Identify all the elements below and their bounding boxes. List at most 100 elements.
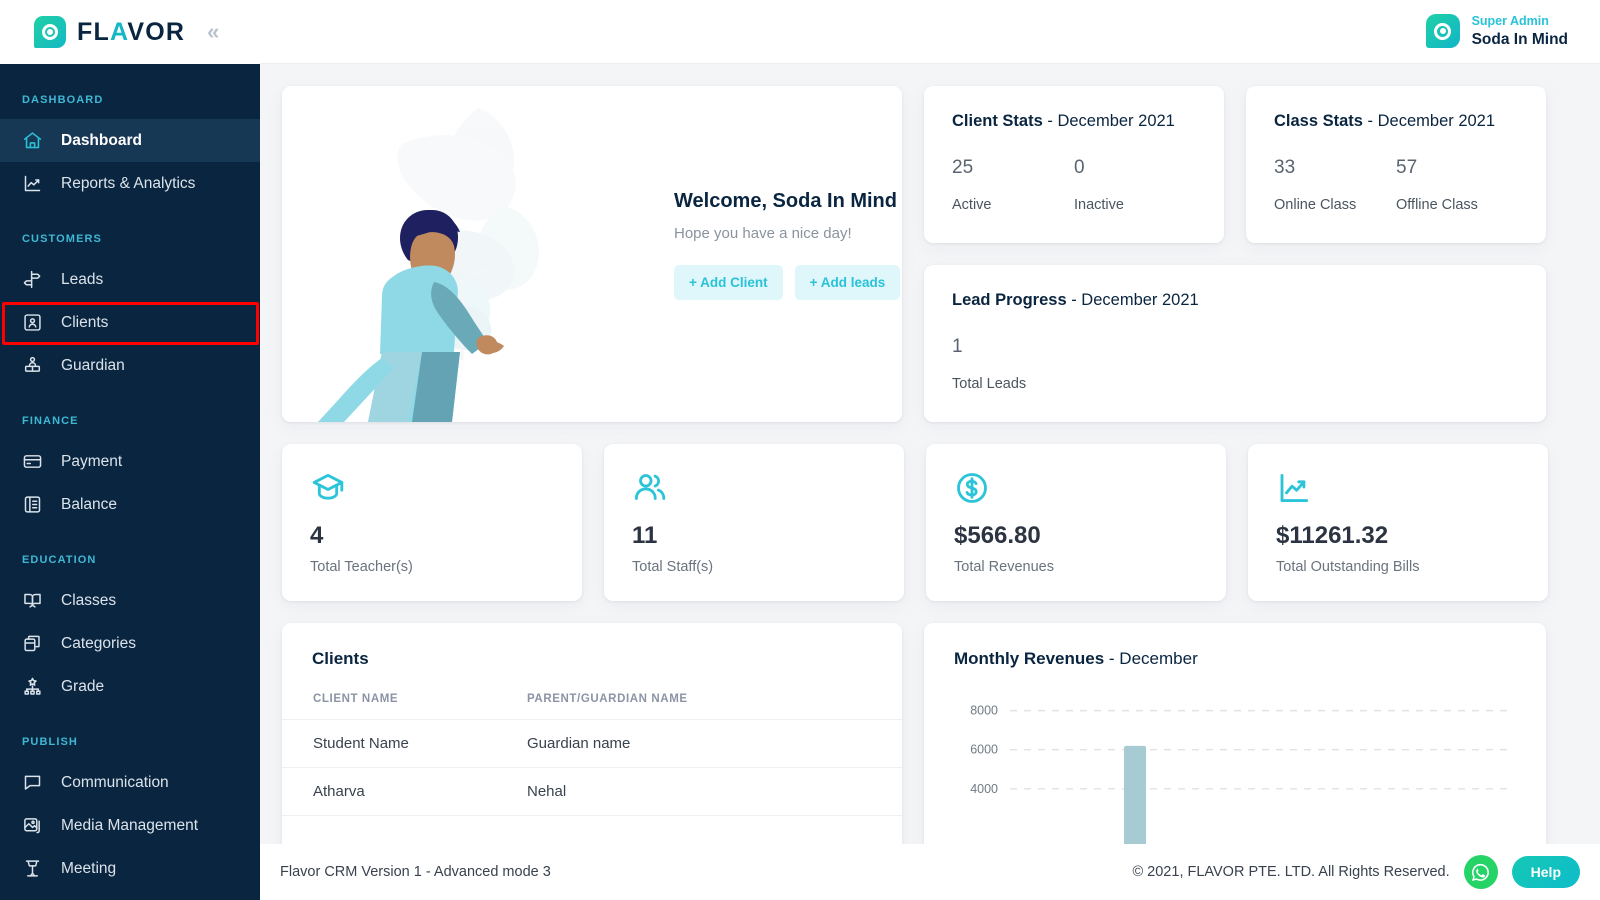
kpi-value: 11 <box>632 522 658 549</box>
sidebar-item-balance[interactable]: Balance <box>0 483 260 526</box>
sidebar-item-media-management[interactable]: Media Management <box>0 804 260 847</box>
metric-active: 25 Active <box>952 157 1074 213</box>
kpi-total-revenues: $566.80 Total Revenues <box>926 444 1226 601</box>
welcome-title: Welcome, Soda In Mind <box>674 190 897 212</box>
sidebar-item-categories[interactable]: Categories <box>0 622 260 665</box>
class-stats-title-period: - December 2021 <box>1362 112 1496 130</box>
brand-header: FLAVOR « <box>0 0 260 64</box>
home-icon <box>22 130 43 151</box>
sidebar-item-label: Clients <box>61 313 109 331</box>
sidebar-item-label: Media Management <box>61 816 198 834</box>
sidebar-item-communication[interactable]: Communication <box>0 761 260 804</box>
sidebar-item-reports-analytics[interactable]: Reports & Analytics <box>0 162 260 205</box>
kpi-value: 4 <box>310 522 324 549</box>
whatsapp-icon[interactable] <box>1463 855 1498 889</box>
sidebar-item-payment[interactable]: Payment <box>0 440 260 483</box>
users-icon <box>632 470 876 508</box>
sidebar-item-grade[interactable]: Grade <box>0 665 260 708</box>
table-row[interactable]: Atharva Nehal <box>282 767 902 816</box>
signpost-icon <box>22 269 43 290</box>
welcome-illustration <box>318 108 540 422</box>
kpi-label: Total Outstanding Bills <box>1276 559 1420 575</box>
lead-progress-title-period: - December 2021 <box>1066 291 1199 309</box>
table-row[interactable]: Student Name Guardian name <box>282 719 902 768</box>
monthly-revenues-title-bold: Monthly Revenues <box>954 649 1105 668</box>
class-stats-metrics: 33 Online Class 57 Offline Class <box>1274 157 1518 213</box>
dashboard-page: FLAVOR « DASHBOARD Dashboard Reports & A… <box>0 0 1600 900</box>
id-card-icon <box>22 312 43 333</box>
column-header-guardian-name[interactable]: PARENT/GUARDIAN NAME <box>527 693 902 720</box>
sidebar-item-label: Balance <box>61 495 118 513</box>
book-open-icon <box>22 590 43 611</box>
welcome-actions: + Add Client + Add leads <box>674 265 902 300</box>
class-stats-title: Class Stats - December 2021 <box>1274 112 1518 131</box>
lead-progress-title-bold: Lead Progress <box>952 291 1067 309</box>
metric-label: Online Class <box>1274 197 1357 213</box>
client-stats-title-bold: Client Stats <box>952 112 1043 130</box>
sidebar-item-meeting[interactable]: Meeting <box>0 847 260 890</box>
metric-value: 57 <box>1396 157 1418 178</box>
lead-progress-title: Lead Progress - December 2021 <box>952 291 1518 310</box>
sidebar-section-finance: FINANCE <box>22 415 79 427</box>
brand-name: FLAVOR <box>77 17 186 46</box>
clients-table: CLIENT NAME PARENT/GUARDIAN NAME Student… <box>282 693 902 816</box>
cell-client-name: Atharva <box>282 767 527 816</box>
chart-line-icon <box>22 173 43 194</box>
kpi-total-staff: 11 Total Staff(s) <box>604 444 904 601</box>
monthly-revenues-title: Monthly Revenues - December <box>954 649 1516 669</box>
monthly-revenues-card: Monthly Revenues - December 8000 6000 4000 <box>924 623 1546 873</box>
top-row: Welcome, Soda In Mind Hope you have a ni… <box>282 86 1576 422</box>
metric-label: Total Leads <box>952 376 1027 392</box>
footer-right: © 2021, FLAVOR PTE. LTD. All Rights Rese… <box>1132 855 1580 889</box>
kpi-value: $566.80 <box>954 522 1041 549</box>
metric-label: Inactive <box>1074 197 1124 213</box>
cell-guardian-name: Nehal <box>527 767 902 816</box>
kpi-row: 4 Total Teacher(s) 11 Total Staff(s) $56… <box>282 444 1576 601</box>
metric-label: Active <box>952 197 992 213</box>
chevrons-left-icon[interactable]: « <box>207 21 219 43</box>
footer-version: Flavor CRM Version 1 - Advanced mode 3 <box>280 864 551 880</box>
sidebar-item-leads[interactable]: Leads <box>0 258 260 301</box>
sidebar-item-guardian[interactable]: Guardian <box>0 344 260 387</box>
bottom-row: Clients CLIENT NAME PARENT/GUARDIAN NAME… <box>282 623 1576 873</box>
ledger-icon <box>22 494 43 515</box>
lead-progress-card: Lead Progress - December 2021 1 Total Le… <box>924 265 1546 422</box>
image-stack-icon <box>22 815 43 836</box>
y-axis-tick-label: 4000 <box>970 782 998 796</box>
lead-progress-metrics: 1 Total Leads <box>952 336 1518 392</box>
y-axis-tick-label: 6000 <box>970 743 998 757</box>
class-stats-title-bold: Class Stats <box>1274 112 1363 130</box>
chat-bubble-icon <box>22 772 43 793</box>
welcome-subtitle: Hope you have a nice day! <box>674 225 852 242</box>
client-stats-title-period: - December 2021 <box>1042 112 1175 130</box>
sidebar-section-dashboard: DASHBOARD <box>22 94 104 106</box>
footer: Flavor CRM Version 1 - Advanced mode 3 ©… <box>260 844 1600 900</box>
dollar-circle-icon <box>954 470 1198 508</box>
add-client-button[interactable]: + Add Client <box>674 265 783 300</box>
sidebar-item-label: Payment <box>61 452 123 470</box>
sidebar-item-clients[interactable]: Clients <box>0 301 260 344</box>
flavor-logo-icon <box>34 16 66 48</box>
user-profile-menu[interactable]: Super Admin Soda In Mind <box>1425 13 1568 49</box>
cell-client-name: Student Name <box>282 719 527 768</box>
metric-value: 0 <box>1074 157 1085 178</box>
table-header-row: CLIENT NAME PARENT/GUARDIAN NAME <box>282 693 902 720</box>
guardian-icon <box>22 355 43 376</box>
user-role: Super Admin <box>1471 14 1549 29</box>
sidebar-section-publish: PUBLISH <box>22 736 78 748</box>
sidebar-item-dashboard[interactable]: Dashboard <box>0 119 260 162</box>
sidebar-item-label: Communication <box>61 773 169 791</box>
chart-line-icon <box>1276 470 1520 508</box>
help-button[interactable]: Help <box>1511 856 1580 888</box>
hierarchy-star-icon <box>22 676 43 697</box>
add-leads-button[interactable]: + Add leads <box>794 265 901 300</box>
monthly-revenues-title-period: - December <box>1104 649 1198 668</box>
sidebar-item-classes[interactable]: Classes <box>0 579 260 622</box>
kpi-label: Total Teacher(s) <box>310 559 413 575</box>
column-header-client-name[interactable]: CLIENT NAME <box>282 693 527 720</box>
metric-value: 25 <box>952 157 974 178</box>
metric-online-class: 33 Online Class <box>1274 157 1396 213</box>
welcome-copy: Welcome, Soda In Mind Hope you have a ni… <box>674 190 902 300</box>
avatar <box>1425 14 1460 49</box>
main-content: Welcome, Soda In Mind Hope you have a ni… <box>260 64 1600 900</box>
